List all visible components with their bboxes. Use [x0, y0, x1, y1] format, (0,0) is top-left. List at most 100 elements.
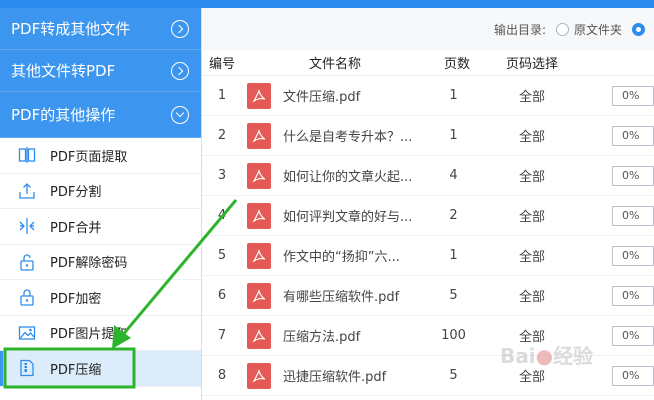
progress-box: 0% — [612, 206, 654, 226]
table-row[interactable]: 2 什么是自考专升本？... 1 全部 0% — [202, 116, 654, 156]
table-row[interactable]: 5 作文中的“扬抑”六... 1 全部 0% — [202, 236, 654, 276]
radio-custom-folder[interactable] — [632, 22, 645, 36]
page-range[interactable]: 全部 — [486, 166, 578, 185]
image-icon — [18, 324, 36, 342]
page-range[interactable]: 全部 — [486, 86, 578, 105]
sidebar-item-encrypt[interactable]: PDF加密 — [0, 280, 201, 316]
progress-box: 0% — [612, 326, 654, 346]
row-number: 3 — [217, 168, 227, 183]
file-name: 有哪些压缩软件.pdf — [283, 290, 400, 305]
pdf-file-icon — [247, 362, 271, 389]
row-number: 7 — [217, 328, 227, 343]
file-name: 压缩方法.pdf — [283, 330, 361, 345]
progress-box: 0% — [612, 86, 654, 106]
row-number: 5 — [217, 248, 227, 263]
progress-box: 0% — [612, 126, 654, 146]
file-pages: 5 — [449, 288, 458, 303]
row-number: 2 — [217, 128, 227, 143]
page-range[interactable]: 全部 — [486, 246, 578, 265]
sidebar-item-compress[interactable]: PDF压缩 — [0, 351, 201, 387]
page-range[interactable]: 全部 — [486, 126, 578, 145]
sidebar-item-label: PDF页面提取 — [50, 149, 128, 165]
chevron-right-icon[interactable] — [171, 61, 189, 80]
file-name: 如何让你的文章火起... — [283, 170, 413, 185]
top-strip — [0, 0, 654, 8]
sidebar-item-label: PDF压缩 — [50, 362, 102, 378]
file-pages: 2 — [449, 208, 458, 223]
sidebar-item-split[interactable]: PDF分割 — [0, 174, 201, 209]
sidebar-item-image-extract[interactable]: PDF图片提取 — [0, 316, 201, 351]
main-panel: 输出目录: 原文件夹 编号 文件名称 页数 页码选择 1 文件压缩.pdf 1 … — [202, 8, 654, 400]
pdf-file-icon — [247, 122, 271, 149]
sidebar-item-merge[interactable]: PDF合并 — [0, 209, 201, 245]
progress-box: 0% — [612, 286, 654, 306]
row-number: 1 — [217, 88, 227, 103]
row-number: 8 — [217, 368, 227, 383]
header-no: 编号 — [208, 57, 235, 72]
pdf-file-icon — [247, 242, 271, 269]
merge-icon — [18, 217, 36, 235]
row-number: 4 — [217, 208, 227, 223]
header-pages: 页数 — [443, 57, 470, 72]
chevron-right-icon[interactable] — [171, 19, 189, 38]
file-name: 作文中的“扬抑”六... — [283, 250, 400, 265]
file-table: 1 文件压缩.pdf 1 全部 0% 2 什么是自考专升本？... 1 全部 0… — [202, 76, 654, 396]
compress-file-icon — [18, 359, 36, 377]
upload-split-icon — [18, 182, 36, 200]
category-pdf-to-other[interactable]: PDF转成其他文件 — [0, 8, 201, 50]
file-pages: 5 — [449, 368, 458, 383]
table-row[interactable]: 3 如何让你的文章火起... 4 全部 0% — [202, 156, 654, 196]
chevron-down-icon[interactable] — [171, 105, 189, 124]
file-name: 如何评判文章的好与... — [283, 210, 413, 225]
pdf-file-icon — [247, 282, 271, 309]
output-label: 输出目录: — [493, 22, 546, 37]
table-row[interactable]: 1 文件压缩.pdf 1 全部 0% — [202, 76, 654, 116]
page-range[interactable]: 全部 — [486, 286, 578, 305]
category-other-to-pdf[interactable]: 其他文件转PDF — [0, 50, 201, 92]
table-row[interactable]: 8 迅捷压缩软件.pdf 5 全部 0% — [202, 356, 654, 396]
table-header: 编号 文件名称 页数 页码选择 — [202, 50, 654, 76]
category-label: 其他文件转PDF — [11, 62, 116, 80]
sidebar-item-page-extract[interactable]: PDF页面提取 — [0, 138, 201, 174]
file-name: 文件压缩.pdf — [283, 90, 361, 105]
page-range[interactable]: 全部 — [486, 326, 578, 345]
header-name: 文件名称 — [308, 57, 361, 72]
table-row[interactable]: 4 如何评判文章的好与... 2 全部 0% — [202, 196, 654, 236]
sidebar-item-label: PDF加密 — [50, 291, 102, 307]
lock-icon — [18, 288, 36, 306]
pdf-file-icon — [247, 322, 271, 349]
progress-box: 0% — [612, 246, 654, 266]
sidebar-item-label: PDF分割 — [50, 185, 102, 201]
pdf-file-icon — [247, 162, 271, 189]
file-pages: 4 — [449, 168, 458, 183]
sidebar-item-label: PDF解除密码 — [50, 256, 128, 272]
category-pdf-other-ops[interactable]: PDF的其他操作 — [0, 92, 201, 138]
file-name: 什么是自考专升本？... — [283, 130, 413, 145]
unlock-icon — [18, 253, 36, 271]
row-number: 6 — [217, 288, 227, 303]
file-pages: 1 — [449, 248, 458, 263]
header-range: 页码选择 — [505, 57, 558, 72]
file-pages: 100 — [441, 328, 466, 343]
pdf-file-icon — [247, 202, 271, 229]
category-label: PDF的其他操作 — [11, 106, 116, 124]
category-label: PDF转成其他文件 — [11, 20, 131, 38]
table-row[interactable]: 7 压缩方法.pdf 100 全部 0% — [202, 316, 654, 356]
file-name: 迅捷压缩软件.pdf — [283, 370, 387, 385]
page-extract-icon — [18, 146, 36, 164]
progress-box: 0% — [612, 166, 654, 186]
sidebar-item-label: PDF合并 — [50, 220, 102, 236]
table-row[interactable]: 6 有哪些压缩软件.pdf 5 全部 0% — [202, 276, 654, 316]
progress-box: 0% — [612, 366, 654, 386]
pdf-file-icon — [247, 82, 271, 109]
sidebar: PDF转成其他文件 其他文件转PDF PDF的其他操作 PDF页面提取 PDF分… — [0, 8, 202, 400]
file-pages: 1 — [449, 128, 458, 143]
file-pages: 1 — [449, 88, 458, 103]
output-directory-bar: 输出目录: 原文件夹 — [202, 8, 654, 50]
sidebar-item-label: PDF图片提取 — [50, 327, 128, 343]
page-range[interactable]: 全部 — [486, 366, 578, 385]
radio-original-folder[interactable] — [555, 22, 569, 36]
output-option-label: 原文件夹 — [573, 22, 622, 37]
sidebar-item-decrypt[interactable]: PDF解除密码 — [0, 245, 201, 280]
page-range[interactable]: 全部 — [486, 206, 578, 225]
